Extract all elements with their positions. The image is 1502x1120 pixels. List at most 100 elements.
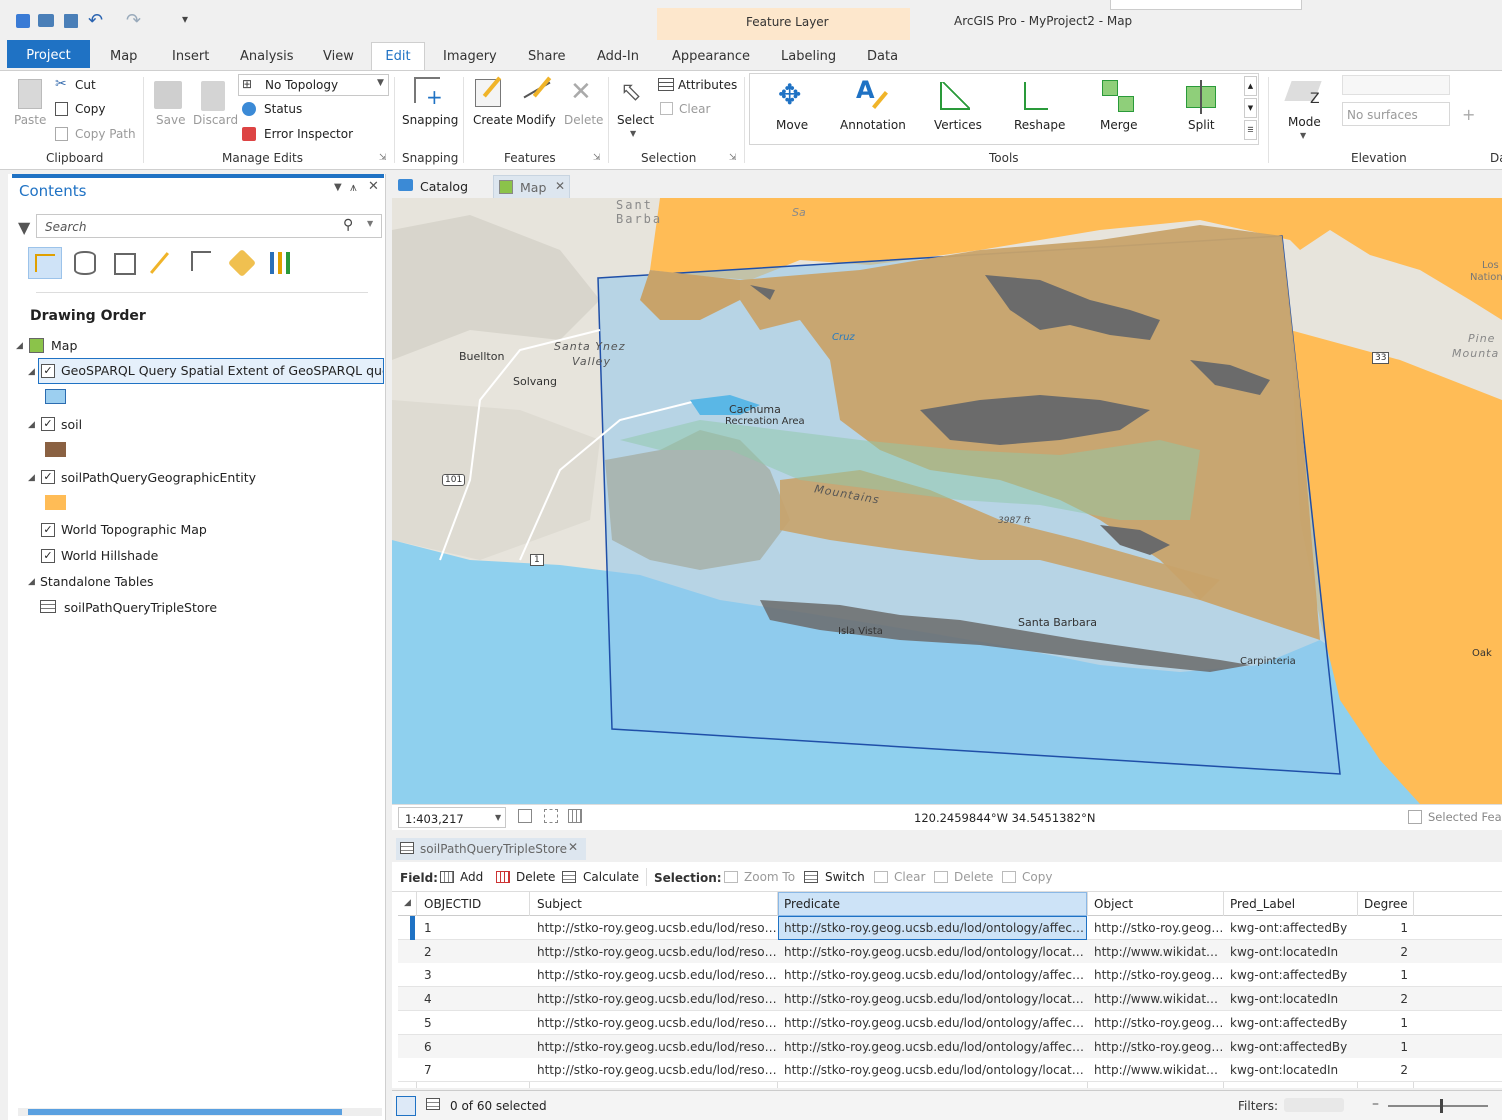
cell-object[interactable]: http://www.wikidata.... xyxy=(1090,1058,1224,1082)
layer-soil[interactable]: soil xyxy=(61,417,82,432)
soilpath-checkbox[interactable]: ✓ xyxy=(41,470,55,484)
cell-subject[interactable]: http://stko-roy.geog.ucsb.edu/lod/resou.… xyxy=(533,987,777,1011)
gallery-scroll-down[interactable]: ▼ xyxy=(1244,98,1257,118)
tab-insert[interactable]: Insert xyxy=(172,49,209,64)
cell-degree[interactable]: 2 xyxy=(1360,940,1408,964)
table-triplestore[interactable]: soilPathQueryTripleStore xyxy=(64,600,217,615)
cell-pred-label[interactable]: kwg-ont:locatedIn xyxy=(1226,940,1358,964)
cell-pred-label[interactable]: kwg-ont:locatedIn xyxy=(1226,1058,1358,1082)
cell-object[interactable]: http://www.wikidata.... xyxy=(1090,940,1224,964)
cell-predicate[interactable]: http://stko-roy.geog.ucsb.edu/lod/ontolo… xyxy=(780,1035,1086,1059)
table-view-icon[interactable] xyxy=(568,809,582,823)
cell-object[interactable]: http://stko-roy.geog.... xyxy=(1090,963,1224,987)
cell-object[interactable]: http://stko-roy.geog.... xyxy=(1090,1011,1224,1035)
cell-subject[interactable]: http://stko-roy.geog.ucsb.edu/lod/resou.… xyxy=(533,940,777,964)
tab-share[interactable]: Share xyxy=(528,49,566,64)
expand-map-icon[interactable]: ◢ xyxy=(16,341,23,351)
show-selected-records-icon[interactable] xyxy=(426,1098,440,1110)
snapping-button[interactable]: + Snapping xyxy=(400,75,460,139)
filter-icon[interactable]: ▼ xyxy=(18,218,30,237)
column-header-degree[interactable]: Degree xyxy=(1360,892,1412,916)
tab-imagery[interactable]: Imagery xyxy=(443,49,497,64)
cell-object[interactable]: http://stko-roy.geog.... xyxy=(1090,1035,1224,1059)
tab-edit[interactable]: Edit xyxy=(371,42,425,71)
cell-predicate[interactable]: http://stko-roy.geog.ucsb.edu/lod/ontolo… xyxy=(780,916,1086,940)
paste-button[interactable]: Paste xyxy=(10,77,50,147)
redo-icon[interactable]: ↷ xyxy=(126,10,141,31)
merge-tool-button[interactable]: Merge xyxy=(1094,78,1144,138)
cell-pred-label[interactable]: kwg-ont:affectedBy xyxy=(1226,963,1358,987)
layer-world-hillshade[interactable]: World Hillshade xyxy=(61,548,158,563)
cell-degree[interactable]: 1 xyxy=(1360,916,1408,940)
cell-objectid[interactable]: 2 xyxy=(420,940,528,964)
tab-analysis[interactable]: Analysis xyxy=(240,49,294,64)
tab-triplestore-table[interactable]: soilPathQueryTripleStore ✕ xyxy=(396,838,586,860)
expand-soil-icon[interactable]: ◢ xyxy=(28,420,35,430)
search-options-icon[interactable]: ▼ xyxy=(367,219,373,228)
cell-object[interactable]: http://stko-roy.geog.... xyxy=(1090,916,1224,940)
reshape-tool-button[interactable]: Reshape xyxy=(1010,78,1066,138)
cell-pred-label[interactable]: kwg-ont:locatedIn xyxy=(1226,987,1358,1011)
tab-map[interactable]: Map xyxy=(110,49,137,64)
selected-features-icon[interactable] xyxy=(1408,810,1422,824)
create-button[interactable]: Create xyxy=(470,75,513,139)
layer-soilpath[interactable]: soilPathQueryGeographicEntity xyxy=(61,470,256,485)
list-by-editing-icon[interactable] xyxy=(149,252,170,274)
elevation-mode-button[interactable]: Z Mode ▼ xyxy=(1282,75,1328,145)
contents-search-input[interactable]: Search ⚲ ▼ xyxy=(36,214,382,238)
move-tool-button[interactable]: ✥ Move xyxy=(768,78,816,138)
annotation-tool-button[interactable]: A Annotation xyxy=(838,76,908,138)
tab-data[interactable]: Data xyxy=(867,49,898,64)
contents-hscrollbar[interactable] xyxy=(18,1108,382,1116)
list-by-source-icon[interactable] xyxy=(74,251,96,275)
undo-icon[interactable]: ↶ xyxy=(88,10,103,31)
column-header-subject[interactable]: Subject xyxy=(533,892,777,916)
tab-labeling[interactable]: Labeling xyxy=(781,49,836,64)
tab-catalog[interactable]: Catalog xyxy=(396,176,484,197)
cell-object[interactable]: http://www.wikidata.... xyxy=(1090,987,1224,1011)
cell-subject[interactable]: http://stko-roy.geog.ucsb.edu/lod/resou.… xyxy=(533,963,777,987)
new-project-icon[interactable] xyxy=(16,14,30,28)
cell-predicate[interactable]: http://stko-roy.geog.ucsb.edu/lod/ontolo… xyxy=(780,1058,1086,1082)
expand-standalone-icon[interactable]: ◢ xyxy=(28,577,35,587)
list-by-charts-icon[interactable] xyxy=(270,252,294,274)
select-all-corner-icon[interactable]: ◢ xyxy=(404,898,411,908)
surface-dropdown[interactable]: No surfaces xyxy=(1342,102,1450,126)
cell-objectid[interactable]: 1 xyxy=(420,916,528,940)
elevation-plus-icon[interactable]: + xyxy=(1462,105,1475,124)
map-view[interactable]: Sant Barba Sa Buellton Solvang Santa Yne… xyxy=(392,198,1502,804)
cell-objectid[interactable]: 4 xyxy=(420,987,528,1011)
cell-predicate[interactable]: http://stko-roy.geog.ucsb.edu/lod/ontolo… xyxy=(780,987,1086,1011)
tab-map-view[interactable]: Map ✕ xyxy=(493,175,570,198)
save-edits-button[interactable]: Save xyxy=(150,77,190,137)
tab-appearance[interactable]: Appearance xyxy=(672,49,750,64)
delete-feature-button[interactable]: ✕ Delete xyxy=(562,75,603,139)
split-tool-button[interactable]: Split xyxy=(1180,78,1224,138)
zoom-slider-minus-icon[interactable]: – xyxy=(1372,1096,1379,1112)
tab-view[interactable]: View xyxy=(323,49,354,64)
layer-world-topographic[interactable]: World Topographic Map xyxy=(61,522,207,537)
list-by-snapping-icon[interactable] xyxy=(191,251,211,271)
list-by-labeling-icon[interactable] xyxy=(227,248,257,278)
cell-degree[interactable]: 1 xyxy=(1360,963,1408,987)
cell-degree[interactable]: 2 xyxy=(1360,1058,1408,1082)
gallery-scroll-up[interactable]: ▲ xyxy=(1244,76,1257,96)
filter-options-icon[interactable] xyxy=(1284,1098,1344,1112)
layer-map[interactable]: Map xyxy=(51,338,77,353)
standalone-tables[interactable]: Standalone Tables xyxy=(40,574,154,589)
tab-project[interactable]: Project xyxy=(7,40,90,68)
gallery-expand[interactable]: ☰ xyxy=(1244,120,1257,140)
customize-qat-icon[interactable]: ▾ xyxy=(182,12,188,26)
vertices-tool-button[interactable]: Vertices xyxy=(930,78,986,138)
modify-button[interactable]: Modify xyxy=(514,75,560,139)
search-icon[interactable]: ⚲ xyxy=(343,217,353,233)
cell-subject[interactable]: http://stko-roy.geog.ucsb.edu/lod/resou.… xyxy=(533,916,777,940)
column-header-object[interactable]: Object xyxy=(1090,892,1224,916)
close-table-tab-icon[interactable]: ✕ xyxy=(568,840,578,854)
cell-pred-label[interactable]: kwg-ont:affectedBy xyxy=(1226,1035,1358,1059)
cell-predicate[interactable]: http://stko-roy.geog.ucsb.edu/lod/ontolo… xyxy=(780,963,1086,987)
contents-hscroll-thumb[interactable] xyxy=(28,1109,342,1115)
select-button[interactable]: ⬁ Select ▼ xyxy=(614,75,654,145)
save-project-icon[interactable] xyxy=(64,14,78,28)
soil-checkbox[interactable]: ✓ xyxy=(41,417,55,431)
